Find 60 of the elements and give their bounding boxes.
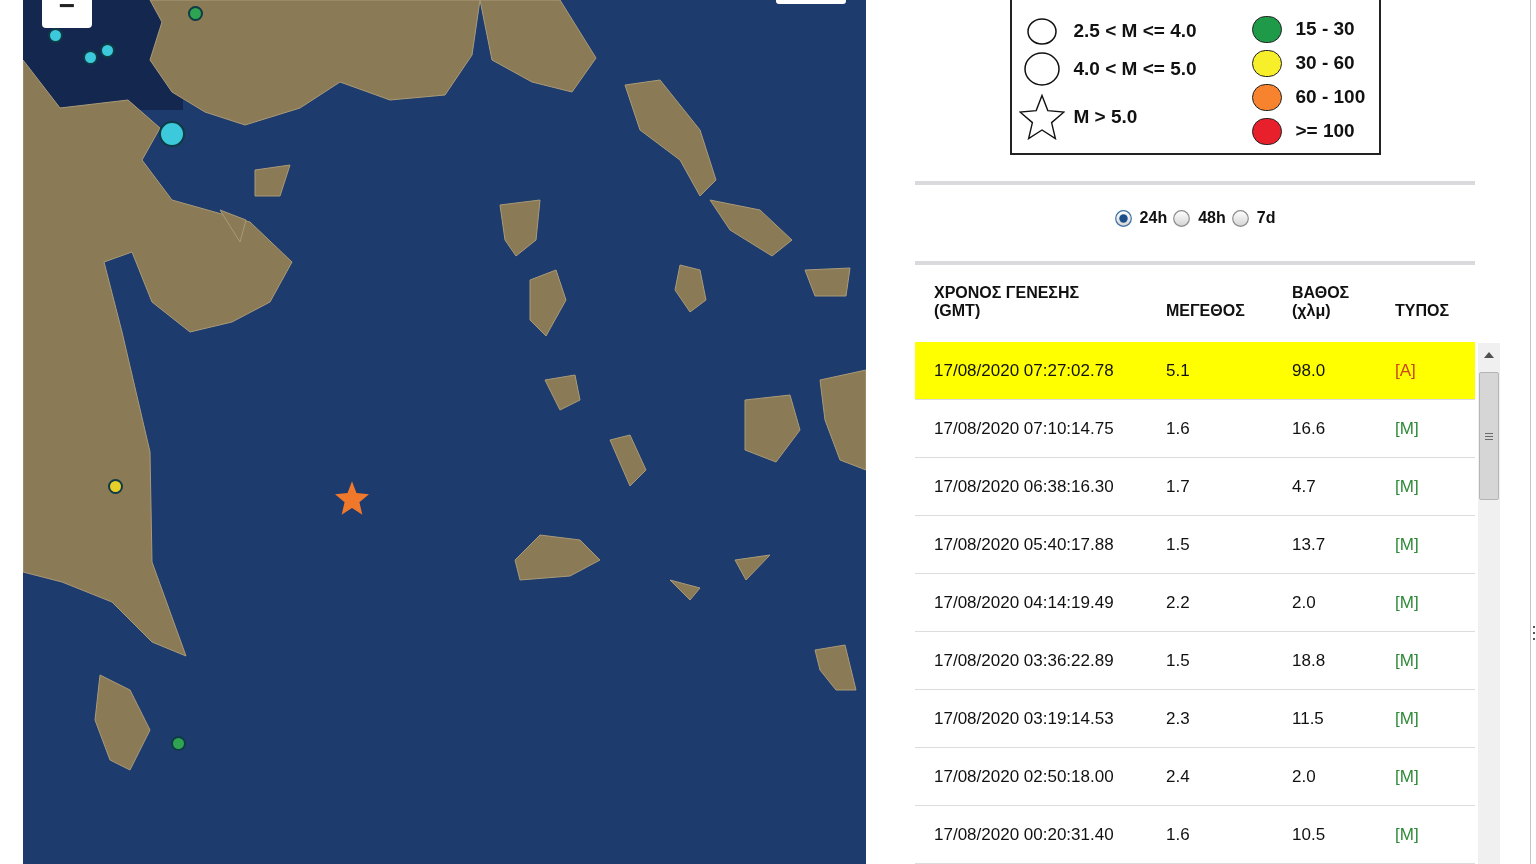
type-tag: [A] <box>1395 357 1475 384</box>
column-header: ΧΡΟΝΟΣ ΓΕΝΕΣΗΣ (GMT) <box>934 284 1081 320</box>
scroll-thumb[interactable] <box>1479 372 1499 500</box>
table-cell-text: 2.2 <box>1166 591 1191 614</box>
table-cell-text: 17/08/2020 00:20:31.40 <box>934 823 1115 846</box>
star-outline-icon <box>1018 94 1065 140</box>
legend-label: 60 - 100 <box>1295 84 1366 109</box>
table-cell-text: 98.0 <box>1292 359 1327 382</box>
column-header: ΤΥΠΟΣ <box>1395 302 1451 320</box>
table-cell-text: 2.0 <box>1292 591 1317 614</box>
table-cell-text: 1.5 <box>1166 649 1191 672</box>
type-tag: [M] <box>1395 647 1475 674</box>
table-cell-text: 17/08/2020 03:36:22.89 <box>934 649 1115 672</box>
zoom-out-button[interactable]: − <box>42 0 92 28</box>
type-tag: [M] <box>1395 821 1475 848</box>
column-header: ΜΕΓΕΘΟΣ <box>1166 302 1246 320</box>
period-radio[interactable]: 24h <box>1114 209 1168 227</box>
table-cell-text: 1.5 <box>1166 533 1191 556</box>
table-cell-text: 1.6 <box>1166 417 1191 440</box>
table-cell-text: 17/08/2020 03:19:14.53 <box>934 707 1115 730</box>
scrollbar-track[interactable] <box>1478 343 1500 864</box>
table-cell-text: 17/08/2020 05:40:17.88 <box>934 533 1115 556</box>
table-cell-text: 17/08/2020 06:38:16.30 <box>934 475 1115 498</box>
type-tag: [M] <box>1395 705 1475 732</box>
legend-label: 30 - 60 <box>1295 50 1355 75</box>
column-header: ΒΑΘΟΣ (χλμ) <box>1292 284 1351 320</box>
table-cell-text: 18.8 <box>1292 649 1327 672</box>
table-cell-text: 17/08/2020 02:50:18.00 <box>934 765 1115 788</box>
grip-icon <box>1485 432 1493 440</box>
circle-outline-icon <box>1026 17 1057 45</box>
type-tag: [M] <box>1395 531 1475 558</box>
table-row[interactable]: 17/08/2020 07:27:02.78 5.1 98.0 [A] <box>915 342 1475 400</box>
scroll-up-icon[interactable] <box>1484 352 1494 358</box>
legend-label: M > 5.0 <box>1073 104 1138 129</box>
table-cell-text: 4.7 <box>1292 475 1317 498</box>
type-tag: [M] <box>1395 589 1475 616</box>
star-marker-icon[interactable] <box>335 481 369 515</box>
table-cell-text: 17/08/2020 07:10:14.75 <box>934 417 1115 440</box>
legend-label: 2.5 < M <= 4.0 <box>1073 18 1197 43</box>
legend-label: 4.0 < M <= 5.0 <box>1073 56 1197 81</box>
table-cell-text: 10.5 <box>1292 823 1327 846</box>
period-radio[interactable]: 7d <box>1231 209 1276 227</box>
table-cell-text: 17/08/2020 07:27:02.78 <box>934 359 1115 382</box>
type-tag: [M] <box>1395 415 1475 442</box>
table-cell-text: 5.1 <box>1166 359 1191 382</box>
circle-outline-icon <box>1023 52 1060 86</box>
table-cell-text: 2.3 <box>1166 707 1191 730</box>
legend-label: 15 - 30 <box>1295 16 1355 41</box>
table-cell-text: 16.6 <box>1292 417 1327 440</box>
legend-label: >= 100 <box>1295 118 1355 143</box>
table-cell-text: 13.7 <box>1292 533 1327 556</box>
table-cell-text: 1.6 <box>1166 823 1191 846</box>
table-cell-text: 2.0 <box>1292 765 1317 788</box>
period-radio[interactable]: 48h <box>1173 209 1226 227</box>
table-cell-text: 11.5 <box>1292 707 1325 730</box>
type-tag: [M] <box>1395 473 1475 500</box>
table-cell-text: 17/08/2020 04:14:19.49 <box>934 591 1115 614</box>
type-tag: [M] <box>1395 763 1475 790</box>
table-cell-text: 2.4 <box>1166 765 1191 788</box>
table-cell-text: 1.7 <box>1166 475 1191 498</box>
